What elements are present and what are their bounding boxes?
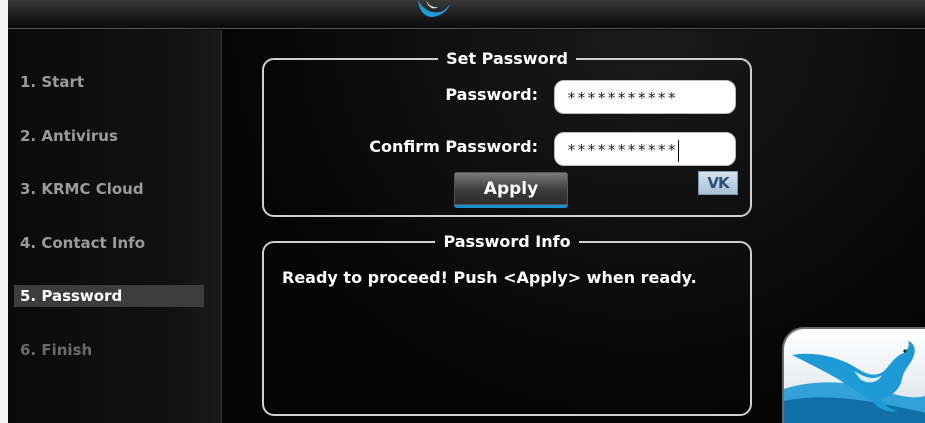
title-bar: [8, 0, 925, 29]
password-field[interactable]: ***********: [554, 80, 736, 114]
confirm-password-field[interactable]: ***********: [554, 132, 736, 166]
step-contact-info[interactable]: 4. Contact Info: [14, 232, 204, 254]
set-password-legend: Set Password: [446, 49, 568, 68]
kangaroo-logo-icon: [418, 0, 450, 17]
password-info-legend: Password Info: [443, 232, 571, 251]
step-krmc-cloud[interactable]: 3. KRMC Cloud: [14, 178, 204, 200]
step-antivirus[interactable]: 2. Antivirus: [14, 125, 204, 147]
setup-window: 1. Start 2. Antivirus 3. KRMC Cloud 4. C…: [8, 0, 925, 423]
password-info-message: Ready to proceed! Push <Apply> when read…: [282, 268, 697, 287]
kangaroo-badge: [782, 327, 925, 423]
apply-button[interactable]: Apply: [454, 172, 568, 208]
password-label: Password:: [445, 85, 538, 104]
wizard-steps-sidebar: 1. Start 2. Antivirus 3. KRMC Cloud 4. C…: [8, 30, 222, 423]
kangaroo-icon: [784, 341, 925, 423]
step-start[interactable]: 1. Start: [14, 71, 204, 93]
text-caret: [678, 139, 680, 162]
step-password[interactable]: 5. Password: [14, 285, 204, 307]
password-info-group: Password Info Ready to proceed! Push <Ap…: [262, 234, 752, 416]
confirm-password-value: ***********: [567, 141, 678, 159]
step-finish: 6. Finish: [20, 341, 93, 359]
virtual-keyboard-icon[interactable]: VK: [698, 171, 738, 195]
confirm-password-label: Confirm Password:: [369, 137, 538, 156]
